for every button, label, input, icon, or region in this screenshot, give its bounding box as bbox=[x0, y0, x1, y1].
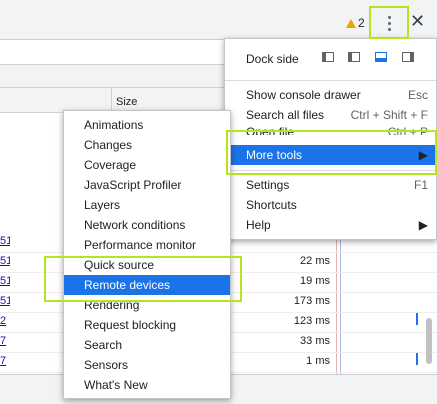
dock-right-icon[interactable] bbox=[402, 52, 414, 62]
menu-item-search-all-files[interactable]: Search all files Ctrl + Shift + F bbox=[225, 105, 436, 125]
highlight-remote-devices bbox=[44, 256, 242, 302]
submenu-item-javascript-profiler[interactable]: JavaScript Profiler bbox=[64, 175, 230, 195]
highlight-kebab bbox=[369, 6, 409, 39]
warning-icon bbox=[346, 18, 356, 28]
dock-side-label: Dock side bbox=[246, 52, 299, 66]
chevron-right-icon: ▶ bbox=[418, 218, 428, 232]
dock-side-row: Dock side bbox=[225, 47, 436, 71]
menu-item-show-console-drawer[interactable]: Show console drawer Esc bbox=[225, 85, 436, 105]
warnings-counter[interactable]: 2 bbox=[346, 16, 365, 30]
submenu-item-search[interactable]: Search bbox=[64, 335, 230, 355]
more-tools-submenu: Animations Changes Coverage JavaScript P… bbox=[63, 110, 231, 399]
submenu-item-layers[interactable]: Layers bbox=[64, 195, 230, 215]
menu-item-shortcuts[interactable]: Shortcuts bbox=[225, 195, 436, 215]
dock-left-icon[interactable] bbox=[348, 52, 360, 62]
submenu-item-changes[interactable]: Changes bbox=[64, 135, 230, 155]
close-icon[interactable]: ✕ bbox=[410, 12, 425, 30]
submenu-item-whats-new[interactable]: What's New bbox=[64, 375, 230, 395]
submenu-item-sensors[interactable]: Sensors bbox=[64, 355, 230, 375]
size-column-header[interactable]: Size bbox=[116, 96, 137, 108]
submenu-item-coverage[interactable]: Coverage bbox=[64, 155, 230, 175]
waterfall-bar bbox=[416, 353, 418, 365]
submenu-item-network-conditions[interactable]: Network conditions bbox=[64, 215, 230, 235]
menu-item-help[interactable]: Help ▶ bbox=[225, 215, 436, 235]
highlight-more-tools bbox=[226, 130, 437, 175]
scrollbar-thumb[interactable] bbox=[426, 318, 432, 364]
waterfall-bar bbox=[416, 313, 418, 325]
warning-count: 2 bbox=[358, 16, 365, 30]
submenu-item-request-blocking[interactable]: Request blocking bbox=[64, 315, 230, 335]
undock-icon[interactable] bbox=[322, 52, 334, 62]
menu-separator bbox=[225, 80, 436, 81]
submenu-item-animations[interactable]: Animations bbox=[64, 115, 230, 135]
dock-bottom-icon[interactable] bbox=[375, 52, 387, 62]
menu-item-settings[interactable]: Settings F1 bbox=[225, 175, 436, 195]
submenu-item-performance-monitor[interactable]: Performance monitor bbox=[64, 235, 230, 255]
